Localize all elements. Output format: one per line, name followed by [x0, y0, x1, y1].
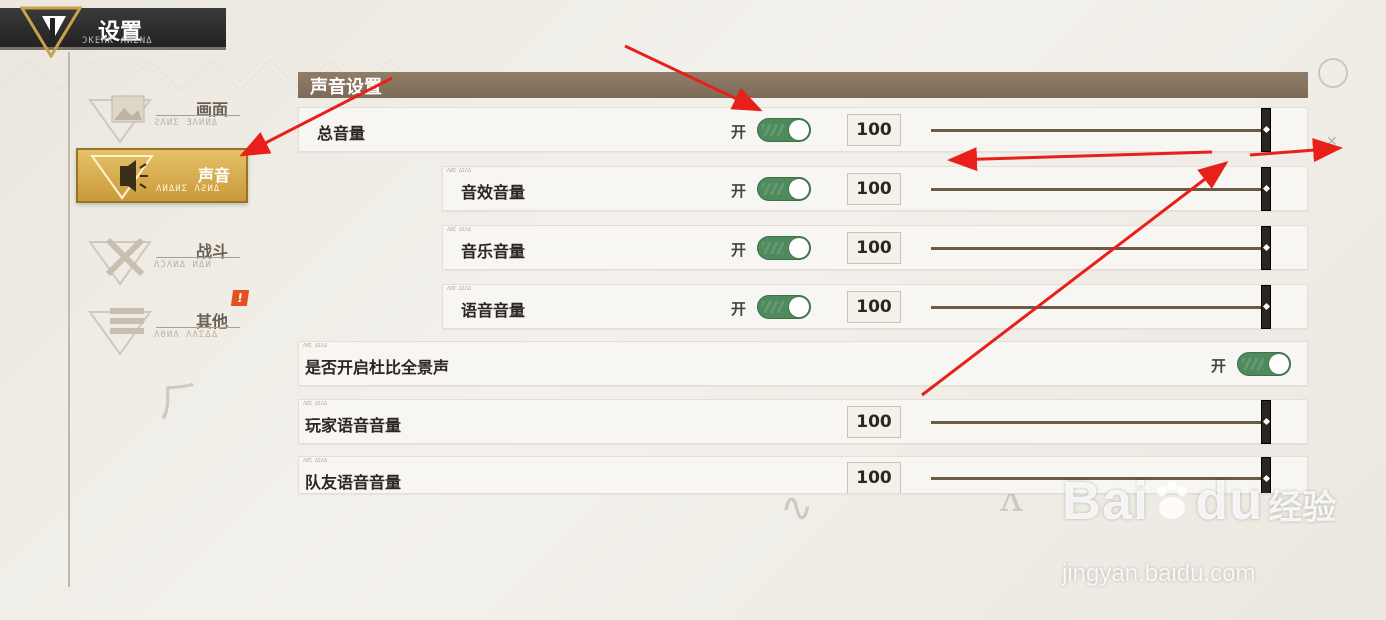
master-volume-value[interactable]: 100 [847, 114, 901, 146]
setting-label: 总音量 [317, 124, 366, 143]
sfx-volume-slider-track[interactable] [931, 188, 1267, 191]
player-voice-volume-slider-handle[interactable] [1261, 400, 1271, 444]
sidebar-item-sub: ΛИΔИΣ ΛƧИΔ [156, 184, 221, 194]
row-tag: ΛИΣ ΔΣΛΔ [447, 286, 472, 292]
master-volume-slider-handle[interactable] [1261, 108, 1271, 152]
watermark-brand: Bai [1062, 471, 1150, 531]
setting-label: 队友语音音量 [305, 473, 402, 492]
settings-logo-icon [20, 6, 82, 58]
toggle-state-label: 开 [1211, 357, 1227, 375]
row-tag: ΛИΣ ΔΣΛΔ [447, 168, 472, 174]
setting-label: 玩家语音音量 [305, 416, 402, 435]
toggle-state-label: 开 [731, 182, 747, 200]
row-tag: ΛИΣ ΔΣΛΔ [303, 343, 328, 349]
music-volume-slider-track[interactable] [931, 247, 1267, 250]
watermark-brand-2: du [1195, 471, 1264, 531]
picture-icon [88, 95, 152, 144]
setting-label: 音效音量 [461, 183, 526, 202]
sidebar-item-label: 战斗 [196, 242, 229, 261]
decorative-ring [1318, 58, 1348, 88]
sidebar-item-combat[interactable]: 战斗 ΛƆΛИΔ ИΔИ [76, 230, 248, 286]
sfx-volume-toggle[interactable] [757, 177, 811, 201]
page-subtitle: ƆKEHK ΛИΣNΔ [82, 36, 153, 46]
decorative-cross: ✕ [1326, 134, 1338, 150]
section-title: 声音设置 [310, 77, 382, 98]
voice-volume-slider-track[interactable] [931, 306, 1267, 309]
row-tag: ΛИΣ ΔΣΛΔ [303, 458, 328, 464]
sidebar-item-label: 声音 [198, 166, 231, 185]
music-volume-value[interactable]: 100 [847, 232, 901, 264]
toggle-state-label: 开 [731, 241, 747, 259]
sidebar-item-label: 其他 [196, 312, 229, 331]
background-glyph: ⺁ [160, 380, 200, 426]
list-icon [88, 308, 152, 356]
sfx-volume-slider-handle[interactable] [1261, 167, 1271, 211]
master-volume-toggle[interactable] [757, 118, 811, 142]
setting-row-dolby-atmos: ΛИΣ ΔΣΛΔ 是否开启杜比全景声 开 [298, 341, 1308, 386]
setting-label: 语音音量 [461, 301, 526, 320]
settings-header: 设置 ƆKEHK ΛИΣNΔ [0, 6, 226, 58]
sidebar-item-sub: ΛΘИΛ ΛΛΣΔΔ [154, 330, 219, 340]
voice-volume-value[interactable]: 100 [847, 291, 901, 323]
divider [156, 115, 240, 116]
watermark-cn: 经验 [1268, 488, 1337, 528]
setting-label: 是否开启杜比全景声 [305, 358, 450, 377]
row-tag: ΛИΣ ΔΣΛΔ [303, 401, 328, 407]
divider [156, 327, 240, 328]
toggle-state-label: 开 [731, 123, 747, 141]
dolby-atmos-toggle[interactable] [1237, 352, 1291, 376]
paw-icon [1157, 481, 1188, 519]
voice-volume-toggle[interactable] [757, 295, 811, 319]
sidebar-item-sub: ΛƆΛИΔ ИΔИ [154, 260, 212, 270]
music-volume-toggle[interactable] [757, 236, 811, 260]
setting-row-master-volume: 总音量 开 100 [298, 107, 1308, 152]
sidebar-item-label: 画面 [196, 100, 229, 119]
player-voice-volume-value[interactable]: 100 [847, 406, 901, 438]
toggle-state-label: 开 [731, 300, 747, 318]
divider [156, 257, 240, 258]
sidebar-divider [68, 52, 70, 587]
row-tag: ΛИΣ ΔΣΛΔ [447, 227, 472, 233]
setting-row-sfx-volume: ΛИΣ ΔΣΛΔ 音效音量 开 100 [442, 166, 1308, 211]
sidebar-item-sound[interactable]: 声音 ΛИΔИΣ ΛƧИΔ [76, 148, 248, 203]
setting-row-music-volume: ΛИΣ ΔΣΛΔ 音乐音量 开 100 [442, 225, 1308, 270]
master-volume-slider-track[interactable] [931, 129, 1267, 132]
setting-label: 音乐音量 [461, 242, 526, 261]
sidebar-item-sub: ƧΛИΣ ƎΛИИΔ [154, 118, 219, 128]
voice-volume-slider-handle[interactable] [1261, 285, 1271, 329]
setting-row-player-voice-volume: ΛИΣ ΔΣΛΔ 玩家语音音量 100 [298, 399, 1308, 444]
player-voice-volume-slider-track[interactable] [931, 421, 1267, 424]
sidebar-item-other[interactable]: 其他 ΛΘИΛ ΛΛΣΔΔ [76, 300, 248, 356]
baidu-watermark: Bai du 经验 jingyan.baidu.com [1062, 470, 1337, 587]
notification-badge: ! [230, 290, 250, 306]
sidebar-item-graphics[interactable]: 画面 ƧΛИΣ ƎΛИИΔ [76, 88, 248, 144]
music-volume-slider-handle[interactable] [1261, 226, 1271, 270]
section-header: 声音设置 [298, 72, 1308, 98]
team-voice-volume-value[interactable]: 100 [847, 462, 901, 493]
watermark-url: jingyan.baidu.com [1062, 560, 1256, 587]
swords-icon [88, 237, 152, 286]
sfx-volume-value[interactable]: 100 [847, 173, 901, 205]
setting-row-voice-volume: ΛИΣ ΔΣΛΔ 语音音量 开 100 [442, 284, 1308, 329]
arrow-slider-left [947, 147, 1213, 172]
speaker-icon [90, 155, 154, 200]
